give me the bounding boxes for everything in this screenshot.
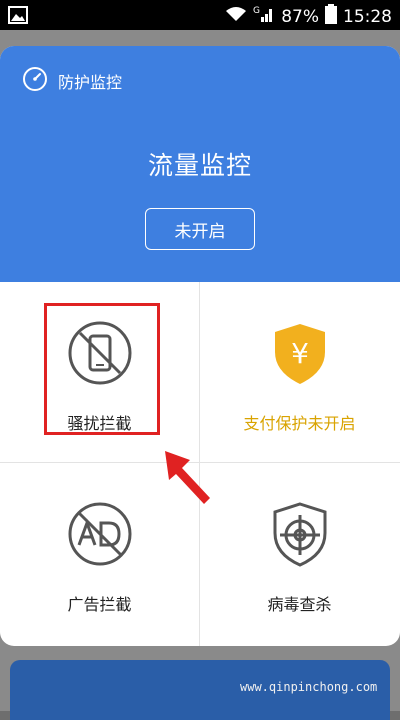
status-bar: G 87% 15:28 — [0, 0, 400, 30]
svg-text:G: G — [253, 6, 260, 16]
battery-icon — [325, 4, 337, 29]
speedometer-icon — [22, 66, 48, 96]
section-header: 防护监控 — [22, 66, 122, 96]
virus-scan-item[interactable]: 病毒查杀 — [200, 463, 399, 644]
wifi-icon — [225, 6, 247, 27]
virus-scan-icon — [265, 499, 335, 569]
dialog-title: 流量监控 — [147, 151, 252, 180]
virus-scan-label: 病毒查杀 — [267, 595, 332, 614]
battery-percent: 87% — [281, 6, 319, 27]
ad-block-label: 广告拦截 — [67, 595, 132, 614]
gallery-icon — [8, 6, 28, 29]
annotation-highlight-box — [44, 303, 160, 435]
clock: 15:28 — [343, 6, 392, 27]
payment-protection-label: 支付保护未开启 — [243, 414, 356, 433]
payment-protection-item[interactable]: ¥ 支付保护未开启 — [200, 282, 399, 463]
ad-block-icon — [65, 499, 135, 569]
dialog-header: 防护监控 流量监控 未开启 — [0, 46, 400, 282]
traffic-monitor-status-button[interactable]: 未开启 — [145, 208, 255, 250]
signal-icon: G — [253, 5, 275, 28]
annotation-arrow-icon — [160, 446, 220, 506]
watermark: www.qinpinchong.com — [240, 680, 378, 694]
yuan-shield-icon: ¥ — [265, 318, 335, 388]
svg-text:¥: ¥ — [291, 337, 309, 370]
section-label: 防护监控 — [58, 73, 123, 92]
